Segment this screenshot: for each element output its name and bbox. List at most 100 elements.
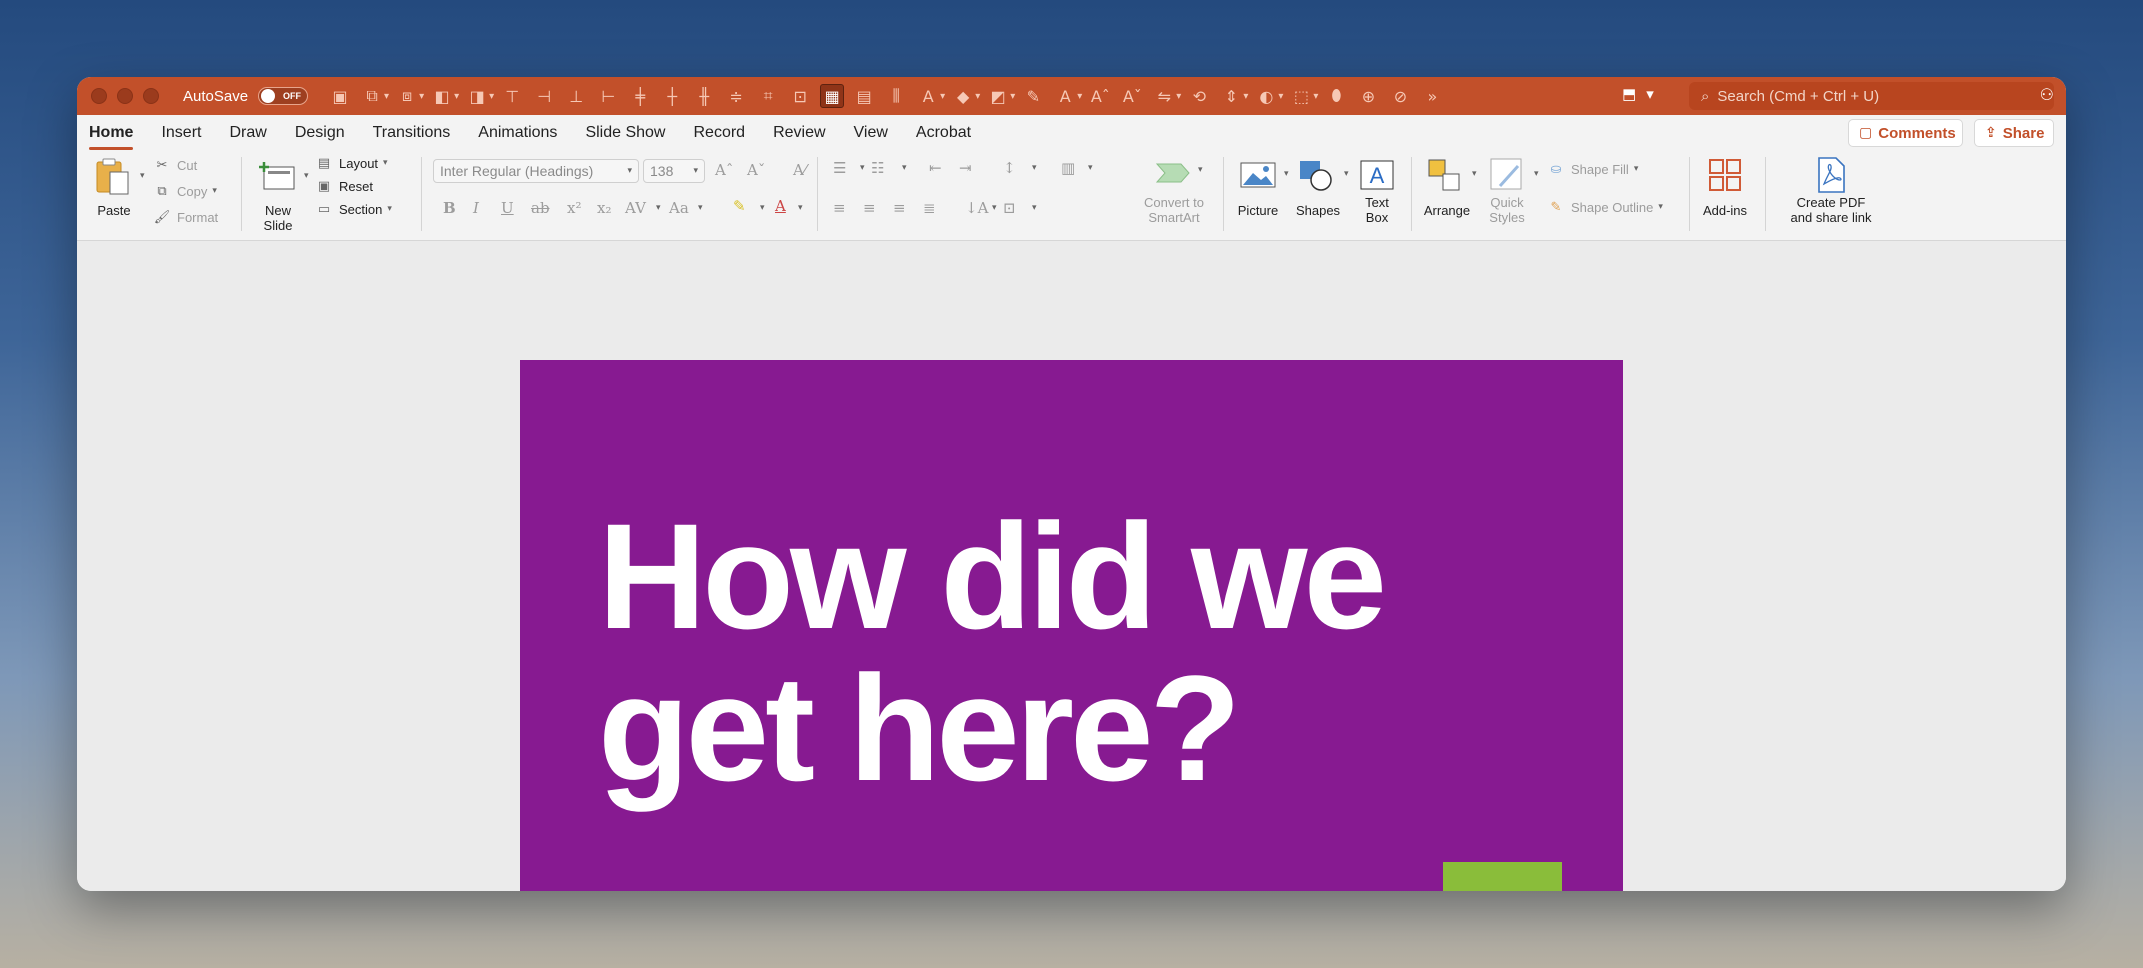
close-window-button[interactable]	[91, 88, 107, 104]
chevron-down-icon[interactable]: ▾	[1010, 91, 1015, 102]
font-name-select[interactable]: Inter Regular (Headings) ▾	[433, 159, 639, 183]
align-center-icon[interactable]: ╫	[692, 84, 716, 108]
chevron-down-icon[interactable]: ▾	[1634, 164, 1639, 174]
add-ins-button[interactable]	[1703, 155, 1747, 195]
chevron-down-icon[interactable]: ▾	[698, 203, 703, 213]
chevron-down-icon[interactable]: ▾	[383, 158, 388, 168]
chevron-down-icon[interactable]: ▾	[1077, 91, 1082, 102]
chevron-down-icon[interactable]: ▾	[387, 204, 392, 214]
distribute-vertical-icon[interactable]: ≑	[724, 84, 748, 108]
line-spacing-icon[interactable]: ↕	[1003, 159, 1016, 177]
text-box-button[interactable]: A	[1355, 155, 1399, 195]
new-slide-button[interactable]	[255, 155, 301, 199]
tab-view[interactable]: View	[854, 118, 888, 148]
shapes-icon[interactable]: ◐	[1254, 84, 1278, 108]
strikethrough-icon[interactable]: ab	[531, 199, 550, 217]
shapes-button[interactable]	[1295, 155, 1339, 195]
chevron-down-icon[interactable]: ▾	[656, 203, 661, 213]
increase-font-size-icon[interactable]: Aˆ	[715, 161, 733, 179]
chevron-down-icon[interactable]: ▾	[975, 91, 980, 102]
chevron-down-icon[interactable]: ▾	[1198, 165, 1203, 175]
slide[interactable]: How did we get here?	[520, 360, 1623, 891]
increase-indent-icon[interactable]: ⇥	[959, 159, 972, 177]
merge-shapes-icon[interactable]: ⬮	[1324, 84, 1348, 108]
chevron-down-icon[interactable]: ▾	[489, 91, 494, 102]
search-box[interactable]: ⌕ Search (Cmd + Ctrl + U)	[1689, 82, 2054, 110]
edit-points-icon[interactable]: ⬚	[1289, 84, 1313, 108]
comments-button[interactable]: ▢ Comments	[1848, 119, 1963, 147]
fragment-icon[interactable]: ⊘	[1388, 84, 1412, 108]
chevron-down-icon[interactable]: ▾	[940, 91, 945, 102]
font-color-icon[interactable]: A	[916, 84, 940, 108]
bring-forward-icon[interactable]: ◧	[430, 84, 454, 108]
chevron-down-icon[interactable]: ▾	[1344, 169, 1349, 179]
distribute-horizontal-icon[interactable]: ┼	[660, 84, 684, 108]
tab-home[interactable]: Home	[89, 118, 134, 150]
text-box-icon[interactable]: A	[1053, 84, 1077, 108]
selection-pane-icon[interactable]: ▦	[820, 84, 845, 108]
chevron-down-icon[interactable]: ▾	[1472, 169, 1477, 179]
superscript-icon[interactable]: x²	[567, 199, 581, 217]
font-color-icon[interactable]: A	[775, 197, 786, 215]
underline-icon[interactable]: U	[501, 199, 514, 217]
chevron-down-icon[interactable]: ▾	[419, 91, 424, 102]
picture-button[interactable]	[1237, 155, 1279, 195]
slide-accent-shape[interactable]	[1443, 862, 1562, 891]
align-text-icon[interactable]: ⊡	[1003, 199, 1016, 217]
chevron-down-icon[interactable]: ▾	[140, 171, 145, 181]
tab-record[interactable]: Record	[693, 118, 745, 148]
tab-design[interactable]: Design	[295, 118, 345, 148]
align-left-icon[interactable]: ≡	[833, 199, 846, 217]
bold-icon[interactable]: B	[443, 199, 456, 217]
decrease-font-icon[interactable]: Aˇ	[1120, 84, 1144, 108]
more-overflow-icon[interactable]: »	[1420, 84, 1444, 108]
numbering-icon[interactable]: ☷	[871, 159, 884, 177]
acrobat-icon[interactable]: ⬒	[1622, 85, 1636, 103]
resize-icon[interactable]: ⊡	[788, 84, 812, 108]
chevron-down-icon[interactable]: ▾	[1646, 85, 1654, 103]
slide-title[interactable]: How did we get here?	[598, 500, 1578, 804]
tab-insert[interactable]: Insert	[161, 118, 201, 148]
create-pdf-button[interactable]	[1809, 155, 1853, 195]
autosave-toggle[interactable]: OFF	[258, 87, 309, 105]
quick-styles-button[interactable]	[1485, 155, 1529, 195]
fill-color-icon[interactable]: ◆	[951, 84, 975, 108]
chevron-down-icon[interactable]: ▾	[860, 163, 865, 173]
share-button[interactable]: ⇪ Share	[1974, 119, 2054, 147]
group-objects-icon[interactable]: ⧈	[395, 84, 419, 108]
slide-canvas[interactable]: How did we get here?	[77, 242, 2066, 891]
chevron-down-icon[interactable]: ▾	[1032, 203, 1037, 213]
line-color-icon[interactable]: ◩	[986, 84, 1010, 108]
highlight-icon[interactable]: ✎	[733, 197, 746, 215]
chevron-down-icon[interactable]: ▾	[212, 186, 217, 196]
shape-outline-button[interactable]: ✎ Shape Outline ▾	[1547, 199, 1663, 215]
chevron-down-icon[interactable]: ▾	[1284, 169, 1289, 179]
cut-button[interactable]: ✂ Cut	[153, 157, 198, 173]
align-right-icon[interactable]: ⊢	[596, 84, 620, 108]
chevron-down-icon[interactable]: ▾	[798, 203, 803, 213]
character-spacing-icon[interactable]: AV	[625, 199, 646, 217]
decrease-indent-icon[interactable]: ⇤	[929, 159, 942, 177]
section-button[interactable]: ▭ Section ▾	[315, 201, 392, 217]
text-direction-icon[interactable]: ↓A	[965, 199, 988, 217]
save-icon[interactable]: ▣	[328, 84, 352, 108]
chevron-down-icon[interactable]: ▾	[1032, 163, 1037, 173]
table-icon[interactable]: ▤	[852, 84, 876, 108]
chevron-down-icon[interactable]: ▾	[992, 203, 997, 213]
chevron-down-icon[interactable]: ▾	[1176, 91, 1181, 102]
tab-slide-show[interactable]: Slide Show	[585, 118, 665, 148]
subscript-icon[interactable]: x₂	[597, 199, 611, 217]
change-case-icon[interactable]: Aa	[669, 199, 689, 217]
reset-button[interactable]: ▣ Reset	[315, 178, 373, 194]
tab-animations[interactable]: Animations	[478, 118, 557, 148]
chevron-down-icon[interactable]: ▾	[1278, 91, 1283, 102]
chevron-down-icon[interactable]: ▾	[1534, 169, 1539, 179]
align-center-icon[interactable]: ≡	[863, 199, 876, 217]
align-middle-icon[interactable]: ╪	[628, 84, 652, 108]
align-right-icon[interactable]: ≡	[893, 199, 906, 217]
rotate-icon[interactable]: ⟲	[1187, 84, 1211, 108]
zoom-window-button[interactable]	[143, 88, 159, 104]
chevron-down-icon[interactable]: ▾	[902, 163, 907, 173]
chevron-down-icon[interactable]: ▾	[454, 91, 459, 102]
chevron-down-icon[interactable]: ▾	[1658, 202, 1663, 212]
